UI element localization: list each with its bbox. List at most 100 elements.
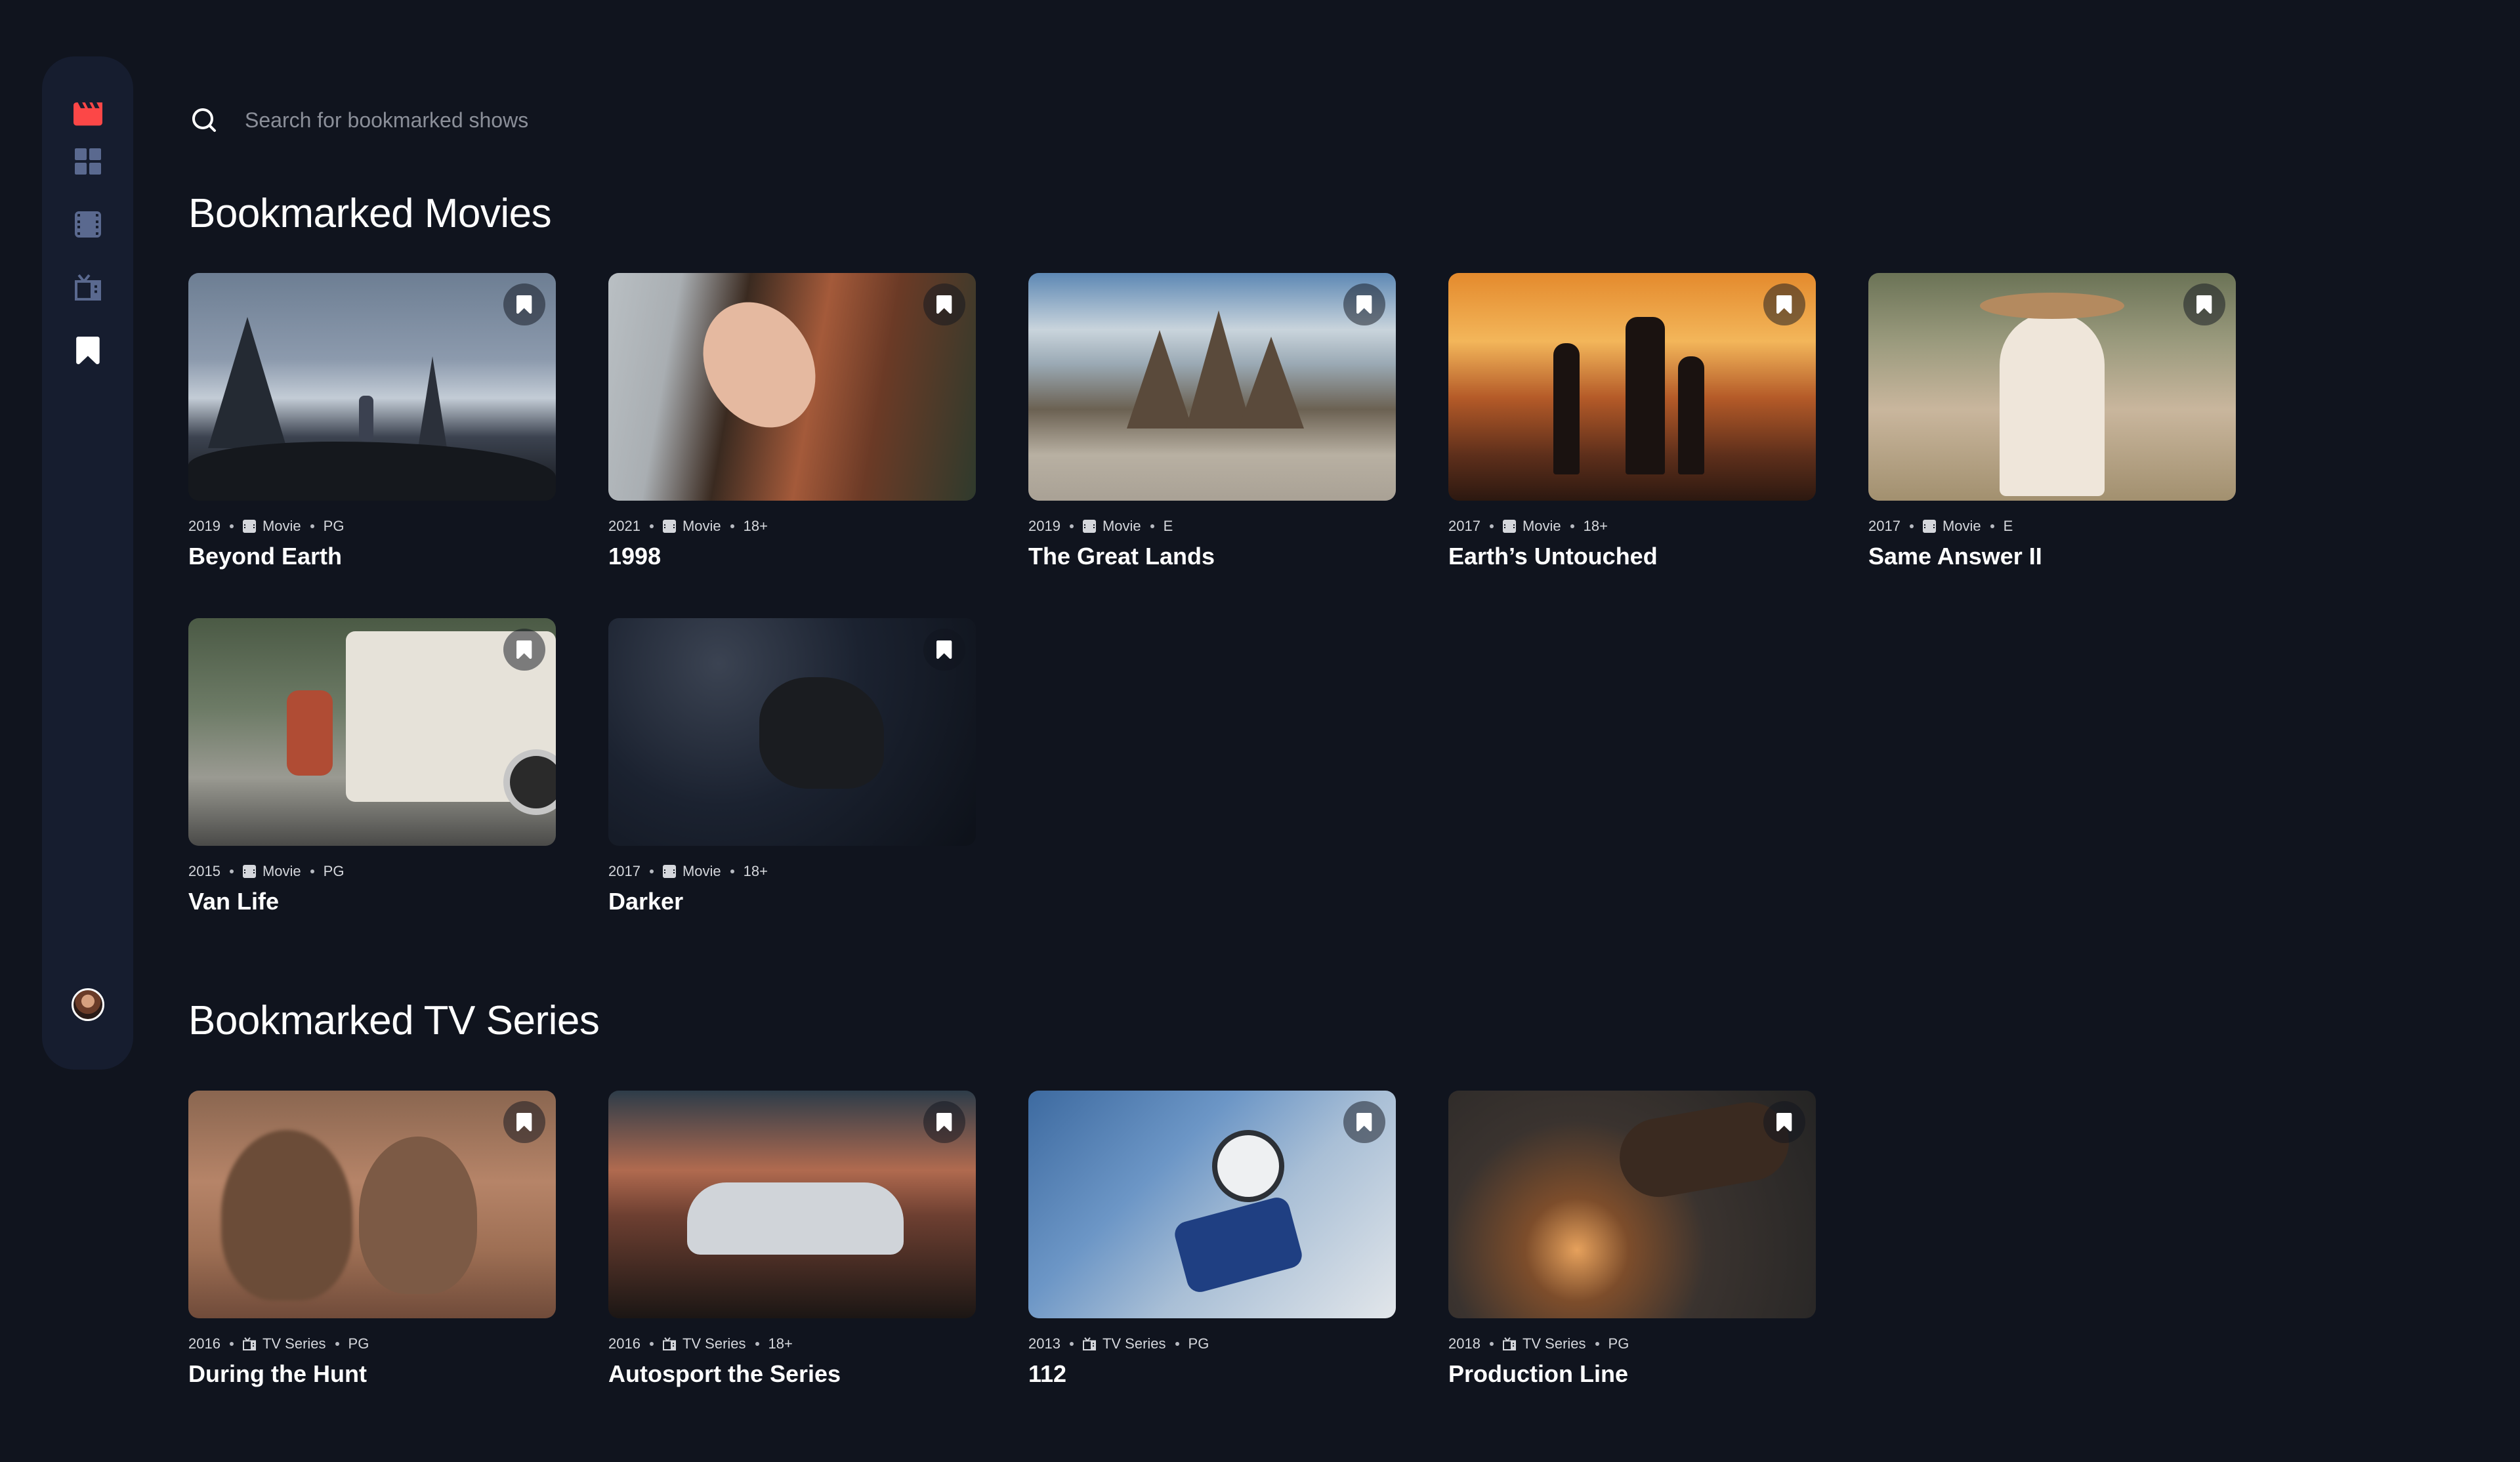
card-rating: E (2003, 518, 2013, 534)
card-rating: E (1163, 518, 1173, 534)
movie-thumbnail[interactable] (1448, 273, 1816, 501)
card-rating: 18+ (743, 518, 768, 534)
tv-card[interactable]: 2016 TV Series 18+ Autosport the Series (608, 1091, 976, 1436)
card-category: Movie (1942, 518, 1981, 534)
card-meta: 2016 TV Series 18+ (608, 1334, 976, 1354)
card-rating: 18+ (743, 863, 768, 879)
movie-thumbnail[interactable] (608, 618, 976, 846)
tv-category-icon (1082, 1337, 1096, 1350)
tv-series-icon[interactable] (74, 273, 102, 302)
movie-card[interactable]: 2017 Movie 18+ Darker (608, 618, 976, 963)
card-rating: 18+ (768, 1335, 793, 1352)
card-rating: 18+ (1583, 518, 1608, 534)
tv-card[interactable]: 2016 TV Series PG During the Hunt (188, 1091, 556, 1436)
movie-thumbnail[interactable] (1868, 273, 2236, 501)
tv-card[interactable]: 2018 TV Series PG Production Line (1448, 1091, 1816, 1436)
bookmark-toggle-button[interactable] (1763, 283, 1805, 325)
card-title[interactable]: 1998 (608, 543, 976, 570)
card-category: Movie (262, 863, 301, 879)
bookmark-toggle-button[interactable] (503, 283, 545, 325)
card-category: TV Series (262, 1335, 326, 1352)
movie-category-icon (1502, 520, 1516, 533)
card-rating: PG (323, 863, 345, 879)
tv-card[interactable]: 2013 TV Series PG 112 (1028, 1091, 1396, 1436)
bookmark-toggle-button[interactable] (923, 283, 965, 325)
bookmark-icon (1356, 1113, 1372, 1131)
search-input[interactable] (243, 107, 1034, 133)
card-category: Movie (262, 518, 301, 534)
bookmark-icon (1356, 295, 1372, 314)
card-title[interactable]: Same Answer II (1868, 543, 2236, 570)
tv-category-icon (242, 1337, 256, 1350)
bookmark-icon (516, 1113, 532, 1131)
bookmark-toggle-button[interactable] (2183, 283, 2225, 325)
card-rating: PG (1608, 1335, 1629, 1352)
movie-thumbnail[interactable] (188, 618, 556, 846)
tv-thumbnail[interactable] (1448, 1091, 1816, 1318)
bookmark-toggle-button[interactable] (923, 1101, 965, 1143)
card-title[interactable]: During the Hunt (188, 1360, 556, 1388)
movie-card[interactable]: 2015 Movie PG Van Life (188, 618, 556, 963)
card-title[interactable]: Van Life (188, 888, 556, 915)
sidebar (42, 56, 133, 1070)
tv-category-icon (662, 1337, 676, 1350)
tv-thumbnail[interactable] (188, 1091, 556, 1318)
movie-category-icon (1082, 520, 1096, 533)
movie-card[interactable]: 2019 Movie E The Great Lands (1028, 273, 1396, 618)
bookmark-toggle-button[interactable] (1343, 283, 1385, 325)
section-title-tv: Bookmarked TV Series (188, 998, 600, 1043)
card-category: Movie (682, 518, 721, 534)
bookmark-nav-icon[interactable] (74, 336, 102, 365)
movie-category-icon (662, 520, 676, 533)
bookmark-icon (936, 1113, 952, 1131)
card-category: TV Series (1522, 1335, 1586, 1352)
card-category: Movie (1522, 518, 1561, 534)
movie-category-icon (242, 865, 256, 878)
card-title[interactable]: The Great Lands (1028, 543, 1396, 570)
card-year: 2017 (608, 863, 640, 879)
movies-icon[interactable] (74, 210, 102, 239)
bookmark-icon (2196, 295, 2212, 314)
bookmark-toggle-button[interactable] (503, 629, 545, 671)
card-category: TV Series (1102, 1335, 1166, 1352)
avatar[interactable] (71, 988, 104, 1021)
card-year: 2019 (188, 518, 220, 534)
movie-thumbnail[interactable] (608, 273, 976, 501)
card-year: 2015 (188, 863, 220, 879)
card-year: 2016 (608, 1335, 640, 1352)
bookmark-icon (1776, 295, 1792, 314)
bookmark-toggle-button[interactable] (1343, 1101, 1385, 1143)
tv-thumbnail[interactable] (1028, 1091, 1396, 1318)
card-title[interactable]: Darker (608, 888, 976, 915)
card-rating: PG (323, 518, 345, 534)
card-meta: 2019 Movie E (1028, 516, 1396, 536)
bookmark-icon (936, 640, 952, 659)
bookmark-icon (1776, 1113, 1792, 1131)
card-meta: 2021 Movie 18+ (608, 516, 976, 536)
card-meta: 2017 Movie E (1868, 516, 2236, 536)
bookmark-toggle-button[interactable] (1763, 1101, 1805, 1143)
movie-thumbnail[interactable] (1028, 273, 1396, 501)
card-title[interactable]: Beyond Earth (188, 543, 556, 570)
clapperboard-logo-icon[interactable] (73, 100, 102, 129)
movie-card[interactable]: 2019 Movie PG Beyond Earth (188, 273, 556, 618)
card-title[interactable]: 112 (1028, 1360, 1396, 1388)
search-bar (188, 98, 1107, 142)
movie-card[interactable]: 2021 Movie 18+ 1998 (608, 273, 976, 618)
search-icon (192, 108, 217, 133)
bookmark-toggle-button[interactable] (923, 629, 965, 671)
card-meta: 2019 Movie PG (188, 516, 556, 536)
card-title[interactable]: Production Line (1448, 1360, 1816, 1388)
card-title[interactable]: Earth’s Untouched (1448, 543, 1816, 570)
movie-thumbnail[interactable] (188, 273, 556, 501)
card-title[interactable]: Autosport the Series (608, 1360, 976, 1388)
card-meta: 2018 TV Series PG (1448, 1334, 1816, 1354)
home-grid-icon[interactable] (74, 147, 102, 176)
tv-thumbnail[interactable] (608, 1091, 976, 1318)
card-rating: PG (1188, 1335, 1209, 1352)
movie-card[interactable]: 2017 Movie E Same Answer II (1868, 273, 2236, 618)
bookmark-toggle-button[interactable] (503, 1101, 545, 1143)
movie-category-icon (662, 865, 676, 878)
movie-card[interactable]: 2017 Movie 18+ Earth’s Untouched (1448, 273, 1816, 618)
card-rating: PG (348, 1335, 369, 1352)
